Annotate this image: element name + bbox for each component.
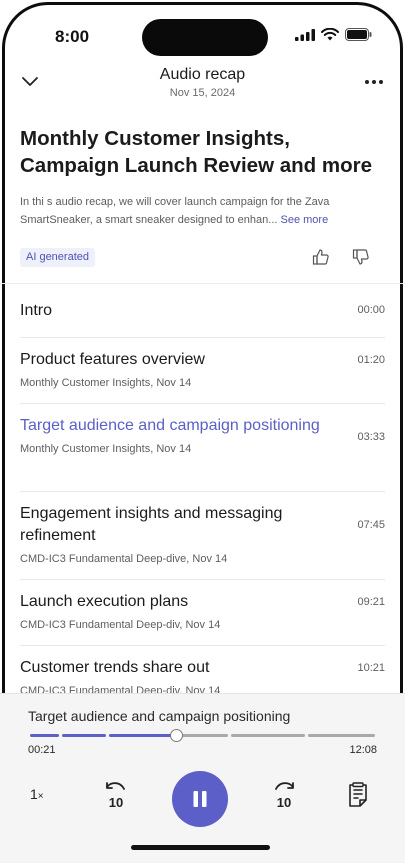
chapter-title: Product features overview xyxy=(20,351,205,368)
chapter-item-intro[interactable]: Intro 00:00 xyxy=(20,300,385,322)
chapter-time: 00:00 xyxy=(357,304,385,316)
chapter-time: 07:45 xyxy=(357,519,385,531)
status-icons xyxy=(295,28,372,41)
status-time: 8:00 xyxy=(55,27,90,46)
total-time: 12:08 xyxy=(349,744,377,756)
skip-forward-label: 10 xyxy=(277,795,291,810)
pause-button[interactable] xyxy=(172,771,228,827)
speed-suffix: × xyxy=(37,791,44,802)
wifi-icon xyxy=(321,28,339,41)
skip-forward-10-icon[interactable]: 10 xyxy=(270,780,300,810)
chapter-item-engagement-insights[interactable]: Engagement insights and messaging refine… xyxy=(20,503,385,565)
chapter-source: CMD-IC3 Fundamental Deep-div, Nov 14 xyxy=(20,619,221,631)
chapter-time: 03:33 xyxy=(357,431,385,443)
chapter-list[interactable]: Intro 00:00 Product features overview 01… xyxy=(0,284,405,694)
more-horizontal-icon[interactable] xyxy=(363,72,385,92)
seek-handle[interactable] xyxy=(170,729,183,742)
thumbs-down-icon[interactable] xyxy=(351,247,371,267)
chapter-title: Customer trends share out xyxy=(20,659,210,676)
battery-icon xyxy=(345,28,372,41)
home-indicator xyxy=(131,845,270,850)
signal-icon xyxy=(295,28,315,41)
thumbs-up-icon[interactable] xyxy=(311,247,331,267)
chapter-item-target-audience[interactable]: Target audience and campaign positioning… xyxy=(20,415,385,455)
recap-description: In thi s audio recap, we will cover laun… xyxy=(20,193,385,229)
playback-speed-button[interactable]: 1× xyxy=(30,786,44,802)
chapter-time: 10:21 xyxy=(357,662,385,674)
divider xyxy=(20,491,385,492)
progress-segment-1[interactable] xyxy=(30,734,59,737)
divider xyxy=(20,337,385,338)
transcript-icon[interactable] xyxy=(346,782,370,808)
chapter-title: Launch execution plans xyxy=(20,593,189,610)
chapter-time: 01:20 xyxy=(357,354,385,366)
ai-generated-badge: AI generated xyxy=(20,248,95,267)
progress-segment-5[interactable] xyxy=(231,734,305,737)
pause-icon xyxy=(193,791,207,807)
chapter-source: CMD-IC3 Fundamental Deep-dive, Nov 14 xyxy=(20,553,228,565)
divider xyxy=(20,645,385,646)
chapter-source: Monthly Customer Insights, Nov 14 xyxy=(20,443,192,455)
recap-title: Monthly Customer Insights, Campaign Laun… xyxy=(20,127,372,177)
chapter-item-customer-trends[interactable]: Customer trends share out 10:21 CMD-IC3 … xyxy=(20,657,385,694)
chapter-title: Intro xyxy=(20,302,53,319)
chapter-time: 09:21 xyxy=(357,596,385,608)
progress-segment-2[interactable] xyxy=(62,734,106,737)
progress-segment-3[interactable] xyxy=(109,734,177,737)
chapter-item-launch-execution[interactable]: Launch execution plans 09:21 CMD-IC3 Fun… xyxy=(20,591,385,631)
speed-value: 1 xyxy=(30,786,38,802)
chapter-title-active: Target audience and campaign positioning xyxy=(20,417,320,434)
now-playing-title: Target audience and campaign positioning xyxy=(28,708,291,724)
progress-segment-6[interactable] xyxy=(308,734,375,737)
divider xyxy=(20,403,385,404)
skip-back-10-icon[interactable]: 10 xyxy=(100,780,130,810)
dynamic-island xyxy=(142,19,268,56)
see-more-link[interactable]: See more xyxy=(281,214,329,226)
page-title: Audio recap xyxy=(159,66,246,83)
divider xyxy=(20,579,385,580)
chapter-title: Engagement insights and messaging refine… xyxy=(20,505,283,544)
chapter-item-product-features[interactable]: Product features overview 01:20 Monthly … xyxy=(20,349,385,389)
page-date: Nov 15, 2024 xyxy=(169,87,236,99)
audio-player: Target audience and campaign positioning… xyxy=(0,693,405,863)
progress-segment-4[interactable] xyxy=(180,734,228,737)
chapter-source: Monthly Customer Insights, Nov 14 xyxy=(20,377,192,389)
header: Audio recap Nov 15, 2024 xyxy=(0,62,405,110)
elapsed-time: 00:21 xyxy=(28,744,56,756)
skip-back-label: 10 xyxy=(109,795,123,810)
